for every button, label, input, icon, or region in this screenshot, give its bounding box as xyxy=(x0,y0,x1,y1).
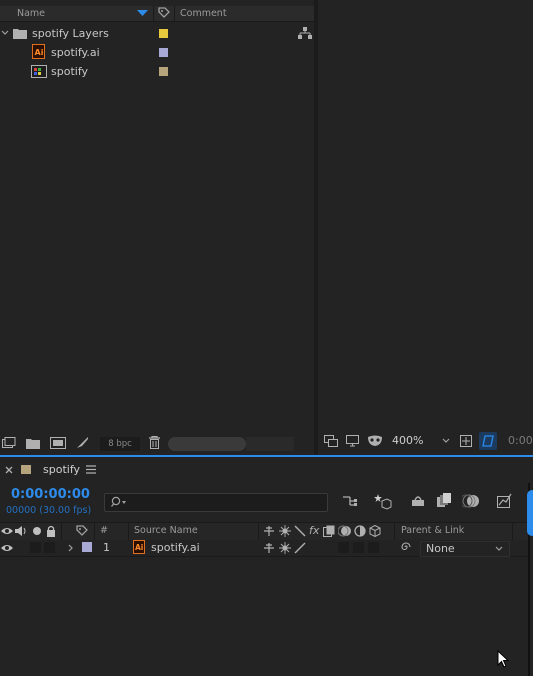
lock-toggle[interactable] xyxy=(44,542,55,553)
interpret-footage-icon[interactable] xyxy=(2,437,16,449)
trash-icon[interactable] xyxy=(149,436,160,449)
frame-blending-icon[interactable] xyxy=(436,493,452,509)
column-source-name[interactable]: Source Name xyxy=(134,525,198,536)
slider-track xyxy=(246,437,294,451)
collapse-switch-icon xyxy=(279,525,291,537)
collapse-switch-icon[interactable] xyxy=(279,542,291,554)
flowchart-icon[interactable] xyxy=(298,27,312,39)
switch-slot[interactable] xyxy=(338,542,349,553)
comp-label-swatch xyxy=(21,465,31,474)
project-item-label: spotify Layers xyxy=(32,27,109,40)
chevron-down-icon[interactable] xyxy=(1,30,9,36)
shy-switch-icon xyxy=(263,525,275,537)
svg-text:Ai: Ai xyxy=(135,543,143,552)
label-tag-icon[interactable] xyxy=(76,525,88,537)
layer-index: 1 xyxy=(103,541,110,554)
motion-blur-switch-icon xyxy=(338,525,351,537)
mask-icon[interactable] xyxy=(367,435,383,447)
svg-text:Ai: Ai xyxy=(35,48,44,57)
new-composition-icon[interactable] xyxy=(50,437,66,449)
current-time-display[interactable]: 0:00:00:00 xyxy=(11,487,90,502)
viewer-timecode[interactable]: 0:00: xyxy=(508,434,533,447)
switch-slot[interactable] xyxy=(353,542,364,553)
illustrator-file-icon: Ai xyxy=(32,44,45,59)
layer-search-input[interactable] xyxy=(104,493,328,512)
column-layer-number: # xyxy=(100,525,108,536)
bit-depth-button[interactable]: 8 bpc xyxy=(100,437,140,451)
composition-icon xyxy=(31,65,47,78)
layer-column-header: # Source Name fx Parent & Link xyxy=(0,522,528,541)
project-bottom-toolbar: 8 bpc xyxy=(0,432,314,454)
timeline-tab-title[interactable]: spotify xyxy=(43,463,80,476)
project-column-header: Name Comment xyxy=(0,6,314,22)
thumbnail-slider[interactable] xyxy=(168,437,246,451)
parent-dropdown[interactable]: None xyxy=(420,541,510,557)
folder-icon xyxy=(13,27,27,39)
column-parent-link[interactable]: Parent & Link xyxy=(401,525,464,536)
solo-icon[interactable] xyxy=(33,527,41,535)
magnification-value[interactable]: 400% xyxy=(392,434,423,447)
project-item-composition[interactable]: spotify xyxy=(0,63,314,81)
column-comment[interactable]: Comment xyxy=(180,8,227,19)
shy-switch-icon[interactable] xyxy=(263,542,275,554)
label-tag-icon[interactable] xyxy=(158,7,170,19)
layer-name[interactable]: spotify.ai xyxy=(151,541,200,554)
solo-toggle[interactable] xyxy=(30,542,41,553)
monitor-icon[interactable] xyxy=(346,435,359,447)
timeline-tab-bar: spotify xyxy=(0,457,533,483)
label-color-swatch[interactable] xyxy=(159,48,168,57)
brush-icon[interactable] xyxy=(76,436,89,449)
column-name[interactable]: Name xyxy=(17,8,45,19)
draft-3d-icon[interactable] xyxy=(374,492,392,510)
parent-dropdown-value: None xyxy=(426,542,455,555)
layer-label-swatch[interactable] xyxy=(82,542,92,552)
video-eye-icon[interactable] xyxy=(1,526,13,536)
illustrator-file-icon: Ai xyxy=(133,540,145,554)
region-of-interest-icon[interactable] xyxy=(459,434,473,448)
3d-layer-switch-icon xyxy=(369,525,381,537)
composition-flowchart-icon[interactable] xyxy=(342,494,358,508)
shy-layers-icon[interactable] xyxy=(410,494,426,508)
label-color-swatch[interactable] xyxy=(159,67,168,76)
chevron-down-icon[interactable] xyxy=(442,438,450,444)
switch-slot[interactable] xyxy=(368,542,379,553)
project-item-label: spotify.ai xyxy=(51,46,100,59)
label-color-swatch[interactable] xyxy=(159,29,168,38)
mouse-cursor-icon xyxy=(497,650,509,668)
lock-icon[interactable] xyxy=(46,525,56,537)
project-panel: Name Comment spotify Layers Ai spotify.a… xyxy=(0,0,314,454)
sort-arrow-icon[interactable] xyxy=(137,10,148,17)
always-preview-icon[interactable] xyxy=(324,435,338,447)
video-eye-icon[interactable] xyxy=(1,543,13,553)
graph-editor-icon[interactable] xyxy=(496,493,512,509)
chevron-right-icon[interactable] xyxy=(68,544,74,552)
panel-menu-icon[interactable] xyxy=(86,465,96,474)
project-item-label: spotify xyxy=(51,65,89,78)
search-icon xyxy=(111,496,127,508)
pick-whip-icon[interactable] xyxy=(400,541,412,553)
close-icon[interactable] xyxy=(5,466,13,474)
adjustment-layer-switch-icon xyxy=(354,525,366,537)
new-folder-icon[interactable] xyxy=(26,437,40,449)
effects-switch-icon: fx xyxy=(309,524,320,537)
frame-blend-switch-icon xyxy=(323,525,335,537)
motion-blur-icon[interactable] xyxy=(462,493,480,509)
quality-switch-icon xyxy=(294,525,306,537)
quality-switch-icon[interactable] xyxy=(294,542,306,554)
composition-viewer[interactable] xyxy=(318,0,533,428)
project-item-folder[interactable]: spotify Layers xyxy=(0,25,314,43)
chevron-down-icon xyxy=(495,546,503,552)
project-item-ai-file[interactable]: Ai spotify.ai xyxy=(0,44,314,62)
audio-speaker-icon[interactable] xyxy=(15,526,27,536)
current-time-indicator[interactable] xyxy=(527,490,533,536)
transparency-grid-button[interactable] xyxy=(479,432,497,450)
frame-rate-display: 00000 (30.00 fps) xyxy=(6,505,92,516)
